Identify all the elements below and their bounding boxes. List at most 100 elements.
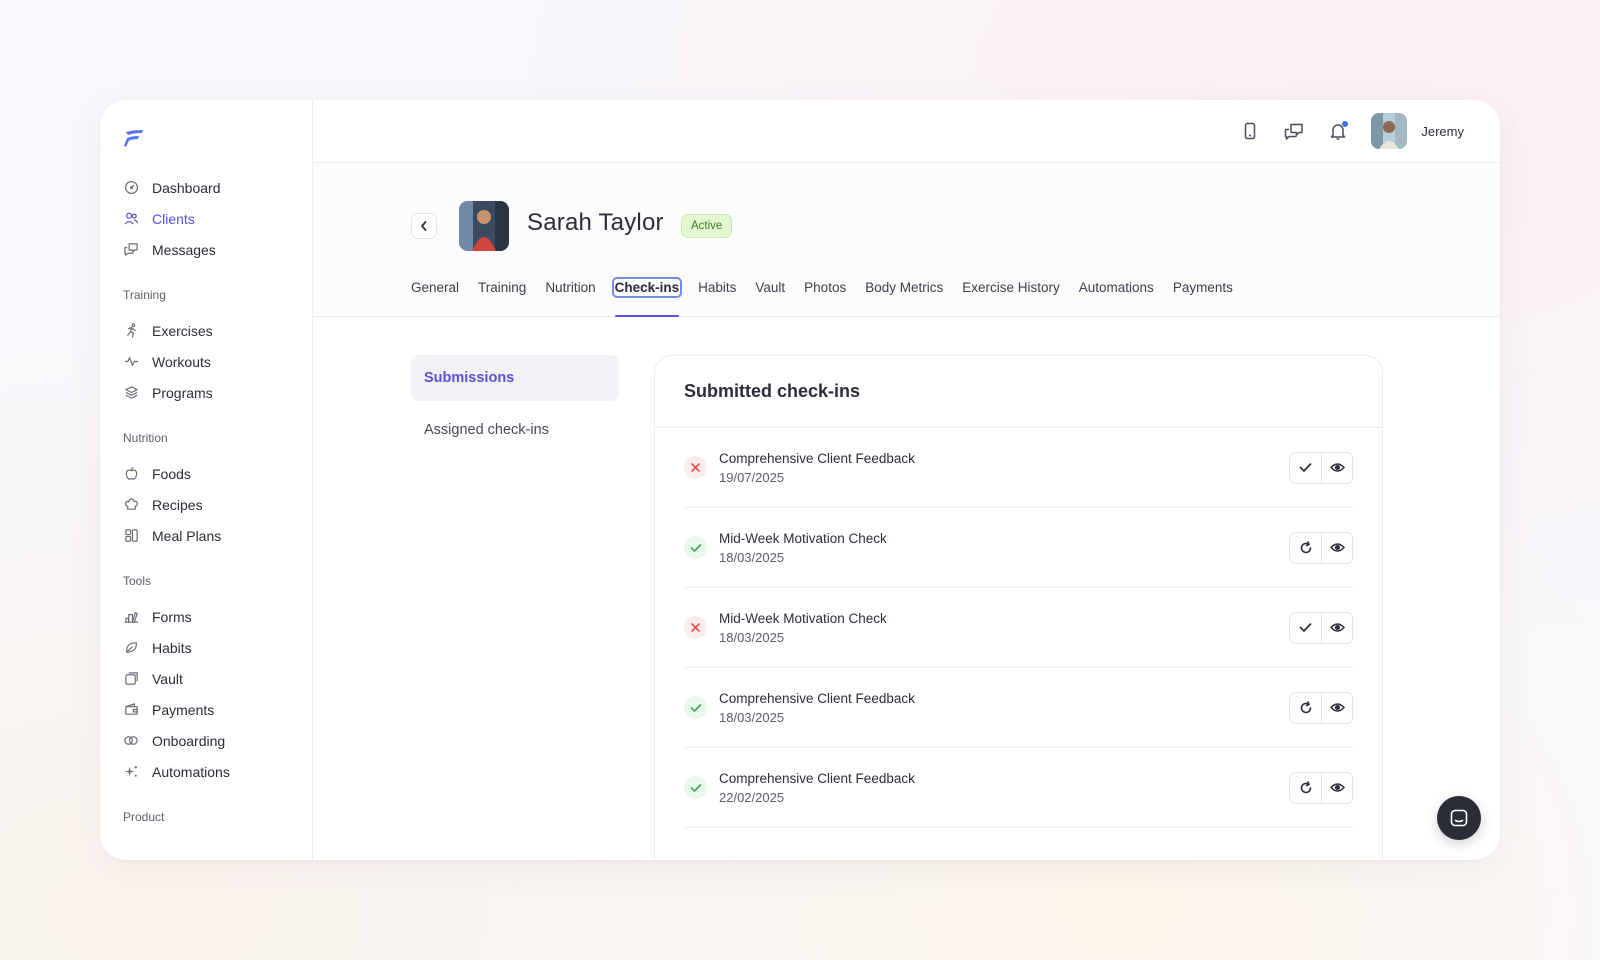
tab-habits[interactable]: Habits xyxy=(698,275,736,317)
tab-training[interactable]: Training xyxy=(478,275,526,317)
checkin-name[interactable]: Comprehensive Client Feedback xyxy=(719,691,1289,706)
view-button[interactable] xyxy=(1321,452,1352,483)
subnav-assigned-checkins[interactable]: Assigned check-ins xyxy=(411,407,619,453)
sparkle-icon xyxy=(123,764,139,780)
tab-label: Photos xyxy=(804,280,847,295)
reopen-button[interactable] xyxy=(1290,532,1321,563)
card-title: Submitted check-ins xyxy=(655,356,1382,428)
reopen-button[interactable] xyxy=(1290,772,1321,803)
sidebar-section-nutrition: Nutrition xyxy=(123,431,168,445)
view-button[interactable] xyxy=(1321,772,1352,803)
tab-payments[interactable]: Payments xyxy=(1173,275,1233,317)
sidebar-item-vault[interactable]: Vault xyxy=(123,663,303,694)
sidebar-item-programs[interactable]: Programs xyxy=(123,377,303,408)
sidebar-item-meal-plans[interactable]: Meal Plans xyxy=(123,520,303,551)
tab-exercise-history[interactable]: Exercise History xyxy=(962,275,1060,317)
sidebar-item-exercises[interactable]: Exercises xyxy=(123,315,303,346)
sidebar-item-clients[interactable]: Clients xyxy=(123,203,303,234)
back-button[interactable] xyxy=(411,213,437,239)
tab-vault[interactable]: Vault xyxy=(755,275,785,317)
main-area: Jeremy Sarah Taylor Active General Traini… xyxy=(313,100,1500,860)
wallet-icon xyxy=(123,702,139,718)
checkin-row: Mid-Week Motivation Check 18/03/2025 xyxy=(684,588,1353,668)
check-icon xyxy=(684,536,707,559)
sidebar-item-onboarding[interactable]: Onboarding xyxy=(123,725,303,756)
sidebar-item-label: Messages xyxy=(152,241,216,258)
checkin-date: 18/03/2025 xyxy=(719,709,785,725)
checkin-name[interactable]: Comprehensive Client Feedback xyxy=(719,451,1289,466)
reopen-button[interactable] xyxy=(1290,692,1321,723)
checkin-info: Comprehensive Client Feedback 19/07/2025 xyxy=(719,451,1289,485)
layers-icon xyxy=(123,385,139,401)
sidebar-item-dashboard[interactable]: Dashboard xyxy=(123,172,303,203)
check-icon xyxy=(684,776,707,799)
checkin-row: Mid-Week Motivation Check 18/03/2025 xyxy=(684,508,1353,588)
notification-dot xyxy=(1342,121,1349,127)
sidebar-section-training: Training xyxy=(123,288,166,302)
checkin-name[interactable]: Mid-Week Motivation Check xyxy=(719,531,1289,546)
view-button[interactable] xyxy=(1321,532,1352,563)
x-icon xyxy=(684,456,707,479)
bell-icon[interactable] xyxy=(1327,120,1349,142)
sidebar-item-payments[interactable]: Payments xyxy=(123,694,303,725)
dashboard-icon xyxy=(123,180,139,196)
messages-icon xyxy=(123,242,139,258)
app-logo[interactable] xyxy=(123,128,145,148)
tab-body-metrics[interactable]: Body Metrics xyxy=(865,275,943,317)
checkins-list: Comprehensive Client Feedback 19/07/2025 M… xyxy=(655,428,1382,828)
user-avatar[interactable] xyxy=(1371,113,1408,149)
chat-icon xyxy=(1450,809,1468,827)
sidebar-item-recipes[interactable]: Recipes xyxy=(123,489,303,520)
checkin-info: Mid-Week Motivation Check 18/03/2025 xyxy=(719,611,1289,645)
apple-icon xyxy=(123,466,139,482)
view-button[interactable] xyxy=(1321,692,1352,723)
client-tabs: General Training Nutrition Check-ins Habits V… xyxy=(411,275,1252,317)
tab-general[interactable]: General xyxy=(411,275,459,317)
client-avatar xyxy=(459,201,509,251)
tab-check-ins[interactable]: Check-ins xyxy=(611,275,683,317)
sidebar: Dashboard Clients Messages Training Exercise… xyxy=(100,100,313,860)
sidebar-item-label: Dashboard xyxy=(152,179,221,196)
sidebar-item-label: Forms xyxy=(152,608,192,625)
checkin-actions xyxy=(1289,451,1353,484)
sidebar-nav: Dashboard Clients Messages Training Exercise… xyxy=(123,172,303,837)
sidebar-item-workouts[interactable]: Workouts xyxy=(123,346,303,377)
mark-complete-button[interactable] xyxy=(1290,452,1321,483)
checkin-name[interactable]: Mid-Week Motivation Check xyxy=(719,611,1289,626)
checkin-date: 22/02/2025 xyxy=(719,789,785,805)
sidebar-item-label: Programs xyxy=(152,384,213,401)
user-name[interactable]: Jeremy xyxy=(1421,124,1464,139)
sidebar-section-product: Product xyxy=(123,810,165,824)
mark-complete-button[interactable] xyxy=(1290,612,1321,643)
tab-label: Body Metrics xyxy=(865,280,944,295)
subnav-submissions[interactable]: Submissions xyxy=(411,355,619,401)
tab-automations[interactable]: Automations xyxy=(1079,275,1154,317)
checkin-date: 19/07/2025 xyxy=(719,469,785,485)
checkin-row: Comprehensive Client Feedback 19/07/2025 xyxy=(684,428,1353,508)
client-name: Sarah Taylor xyxy=(527,209,664,236)
sidebar-item-label: Workouts xyxy=(152,353,211,370)
checkin-info: Comprehensive Client Feedback 18/03/2025 xyxy=(719,691,1289,725)
sidebar-item-forms[interactable]: Forms xyxy=(123,601,303,632)
tab-label: Habits xyxy=(698,280,737,295)
mobile-icon[interactable] xyxy=(1239,120,1261,142)
sidebar-item-label: Recipes xyxy=(152,496,203,513)
tab-label: General xyxy=(411,280,460,295)
forms-icon xyxy=(123,609,139,625)
checkin-row: Comprehensive Client Feedback 22/02/2025 xyxy=(684,748,1353,828)
sidebar-item-label: Foods xyxy=(152,465,191,482)
grid-icon xyxy=(123,528,139,544)
client-header: Sarah Taylor Active General Training Nutri… xyxy=(313,163,1500,317)
view-button[interactable] xyxy=(1321,612,1352,643)
sidebar-item-messages[interactable]: Messages xyxy=(123,234,303,265)
tab-label: Automations xyxy=(1078,280,1154,295)
sidebar-item-foods[interactable]: Foods xyxy=(123,458,303,489)
sidebar-item-habits[interactable]: Habits xyxy=(123,632,303,663)
sidebar-item-label: Exercises xyxy=(152,322,213,339)
tab-nutrition[interactable]: Nutrition xyxy=(545,275,595,317)
sidebar-item-automations[interactable]: Automations xyxy=(123,756,303,787)
tab-photos[interactable]: Photos xyxy=(804,275,846,317)
checkin-name[interactable]: Comprehensive Client Feedback xyxy=(719,771,1289,786)
support-chat-button[interactable] xyxy=(1437,796,1481,840)
chat-bubbles-icon[interactable] xyxy=(1283,120,1305,142)
